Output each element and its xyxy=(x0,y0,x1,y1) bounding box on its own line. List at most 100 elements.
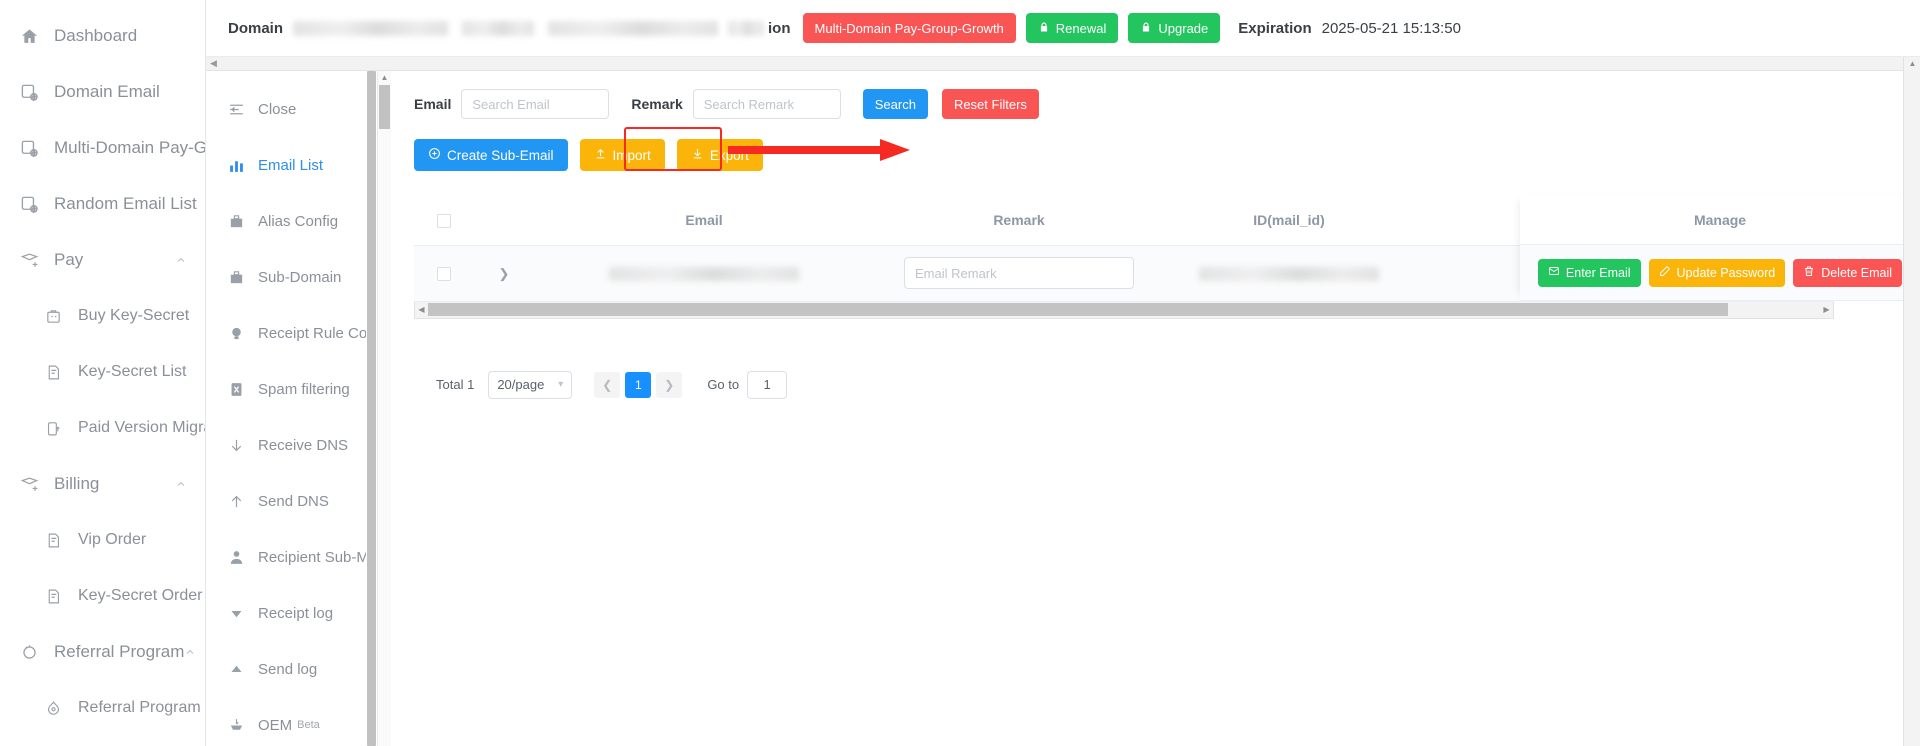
column-header-mail-id[interactable]: ID(mail_id) xyxy=(1164,195,1414,246)
sidebar-item-dashboard[interactable]: Dashboard xyxy=(0,8,205,64)
submenu-item-label: Recipient Sub-Mail xyxy=(258,548,378,566)
content-vertical-scrollbar[interactable]: ▲ xyxy=(378,71,391,746)
submenu-item-receipt-rule-config[interactable]: Receipt Rule Config xyxy=(206,305,377,361)
buy-key-icon xyxy=(42,305,64,327)
submenu-item-spam-filtering[interactable]: Spam filtering xyxy=(206,361,377,417)
submenu-item-alias-config[interactable]: Alias Config xyxy=(206,193,377,249)
sidebar-item-referral-program-group[interactable]: Referral Program xyxy=(0,624,205,680)
delete-email-button[interactable]: Delete Email xyxy=(1793,258,1903,287)
update-password-label: Update Password xyxy=(1676,265,1776,280)
create-sub-email-label: Create Sub-Email xyxy=(447,147,554,163)
sidebar-item-label: Multi-Domain Pay-Group xyxy=(54,138,206,157)
search-email-input[interactable] xyxy=(461,89,610,119)
total-count-label: Total 1 xyxy=(436,377,475,392)
chevron-up-icon[interactable] xyxy=(184,646,196,658)
sidebar-item-key-secret-order[interactable]: Key-Secret Order xyxy=(0,568,205,624)
domain-value-redacted-2 xyxy=(462,20,535,36)
expiration-value: 2025-05-21 15:13:50 xyxy=(1321,19,1461,37)
content-scrollbar-thumb[interactable] xyxy=(379,85,390,129)
plan-badge-label: Multi-Domain Pay-Group-Growth xyxy=(814,20,1004,36)
row-expander-cell: ❯ xyxy=(474,245,534,302)
reset-filters-button[interactable]: Reset Filters xyxy=(941,89,1039,119)
submenu-item-close[interactable]: Close xyxy=(206,81,377,137)
select-all-checkbox[interactable] xyxy=(437,213,451,228)
triangle-down-icon xyxy=(226,603,246,623)
window-scroll-up-icon[interactable]: ▲ xyxy=(1904,57,1920,71)
submenu-item-receipt-log[interactable]: Receipt log xyxy=(206,585,377,641)
window-vertical-scrollbar[interactable]: ▲ xyxy=(1903,57,1920,746)
table-horizontal-scrollbar[interactable]: ◀ ▶ xyxy=(414,301,1834,319)
sidebar-item-label: Billing xyxy=(54,474,100,493)
bulb-icon xyxy=(226,323,246,343)
sidebar-item-paid-version-migration[interactable]: Paid Version Migration xyxy=(0,400,205,456)
chevron-up-icon[interactable] xyxy=(175,478,187,490)
submenu-item-recipient-sub-mail[interactable]: Recipient Sub-Mail xyxy=(206,529,377,585)
row-checkbox[interactable] xyxy=(437,267,451,282)
chevron-right-icon[interactable]: ❯ xyxy=(499,266,510,281)
secondary-sidebar: Close Email List Alias Config Sub-Domain… xyxy=(206,71,378,746)
sidebar-item-domain-email[interactable]: Domain Email xyxy=(0,64,205,120)
sidebar-item-referral-program[interactable]: Referral Program xyxy=(0,680,205,736)
column-header-remark[interactable]: Remark xyxy=(874,195,1164,246)
pay-icon xyxy=(18,249,40,271)
page-size-select[interactable]: 20/page ▾ xyxy=(488,370,573,399)
create-sub-email-button[interactable]: Create Sub-Email xyxy=(414,139,568,171)
submenu-item-send-log[interactable]: Send log xyxy=(206,641,377,697)
row-select-cell xyxy=(414,245,474,302)
email-list-panel: ▲ Email Remark Search xyxy=(378,71,1920,746)
multi-domain-icon xyxy=(18,137,40,159)
submenu-item-sub-domain[interactable]: Sub-Domain xyxy=(206,249,377,305)
goto-page-input[interactable] xyxy=(747,370,788,399)
plus-circle-icon xyxy=(428,147,441,163)
page-number-1[interactable]: 1 xyxy=(625,371,652,398)
email-table-wrapper: Email Remark ID(mail_id) Data xyxy=(414,195,1920,319)
export-button[interactable]: Export xyxy=(676,139,763,171)
table-scrollbar-thumb[interactable] xyxy=(428,303,1728,316)
row-remark-cell xyxy=(874,245,1164,302)
submenu-scrollbar-thumb[interactable] xyxy=(367,71,376,746)
scroll-up-icon[interactable]: ▲ xyxy=(378,71,391,84)
alias-icon xyxy=(226,211,246,231)
import-button[interactable]: Import xyxy=(579,139,665,171)
table-scrollbar-track[interactable] xyxy=(428,303,1820,316)
column-header-email[interactable]: Email xyxy=(534,195,874,246)
sidebar-item-referred-user-list[interactable]: Referred User List xyxy=(0,736,205,746)
search-remark-input[interactable] xyxy=(692,89,841,119)
email-remark-input[interactable] xyxy=(904,257,1134,289)
spam-icon xyxy=(226,379,246,399)
upgrade-button[interactable]: Upgrade xyxy=(1128,13,1221,43)
beta-badge: Beta xyxy=(297,719,320,731)
sidebar-item-buy-key-secret[interactable]: Buy Key-Secret xyxy=(0,288,205,344)
next-page-button[interactable]: ❯ xyxy=(656,371,683,398)
submenu-item-receive-dns[interactable]: Receive DNS xyxy=(206,417,377,473)
submenu-item-send-dns[interactable]: Send DNS xyxy=(206,473,377,529)
prev-page-button[interactable]: ❮ xyxy=(594,371,621,398)
scroll-left-icon[interactable]: ◀ xyxy=(415,305,428,314)
sidebar-item-vip-order[interactable]: Vip Order xyxy=(0,512,205,568)
submenu-scrollbar[interactable] xyxy=(366,71,377,746)
sidebar-item-multi-domain-pay-group[interactable]: Multi-Domain Pay-Group xyxy=(0,120,205,176)
chevron-up-icon[interactable] xyxy=(175,254,187,266)
collapse-left-icon[interactable]: ◀ xyxy=(210,59,217,68)
update-password-button[interactable]: Update Password xyxy=(1648,258,1786,287)
submenu-item-email-list[interactable]: Email List xyxy=(206,137,377,193)
mail-id-value-redacted xyxy=(1199,267,1379,282)
renewal-button[interactable]: Renewal xyxy=(1025,13,1119,43)
remark-filter-label: Remark xyxy=(631,96,683,112)
plan-badge-button[interactable]: Multi-Domain Pay-Group-Growth xyxy=(802,13,1016,43)
sidebar-item-key-secret-list[interactable]: Key-Secret List xyxy=(0,344,205,400)
enter-email-button[interactable]: Enter Email xyxy=(1537,258,1641,287)
submenu-item-oem[interactable]: OEM Beta xyxy=(206,697,377,746)
search-button[interactable]: Search xyxy=(862,89,928,119)
sidebar-item-random-email-list[interactable]: Random Email List xyxy=(0,176,205,232)
upgrade-label: Upgrade xyxy=(1158,20,1209,36)
submenu-item-label: Receive DNS xyxy=(258,436,349,454)
scroll-right-icon[interactable]: ▶ xyxy=(1820,305,1833,314)
renewal-label: Renewal xyxy=(1055,20,1107,36)
chevron-down-icon: ▾ xyxy=(558,379,564,390)
sidebar-item-pay[interactable]: Pay xyxy=(0,232,205,288)
sidebar-item-billing[interactable]: Billing xyxy=(0,456,205,512)
submenu-item-label: Sub-Domain xyxy=(258,268,342,286)
email-value-redacted xyxy=(609,267,799,282)
submenu-item-label: Send DNS xyxy=(258,492,329,510)
